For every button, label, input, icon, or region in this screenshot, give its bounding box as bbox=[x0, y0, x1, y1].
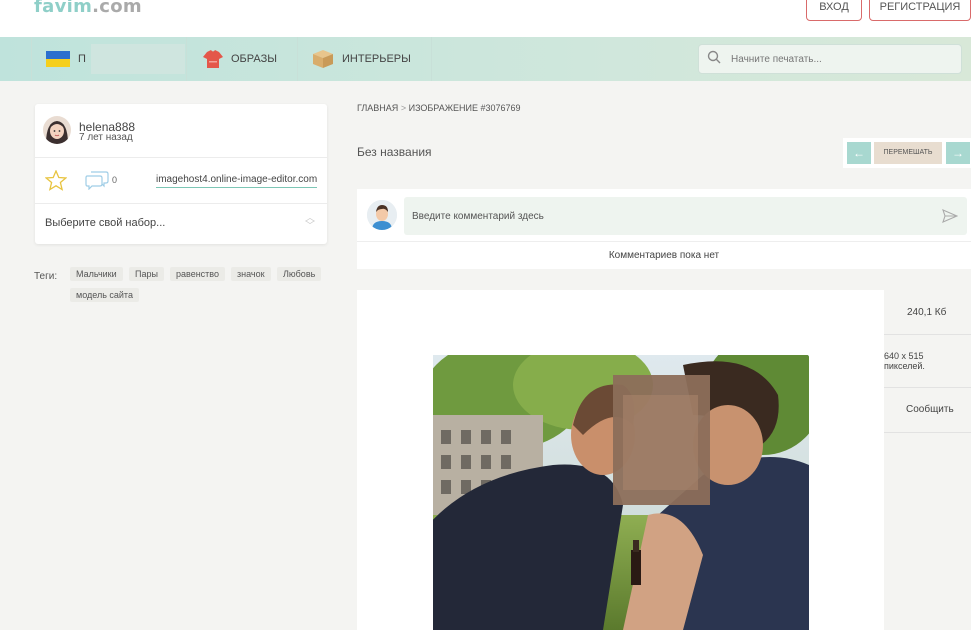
nav-item-interiors-label: ИНТЕРЬЕРЫ bbox=[342, 53, 411, 65]
image-dimensions: 640 x 515 пикселей. bbox=[884, 351, 925, 371]
send-icon[interactable] bbox=[942, 209, 959, 228]
breadcrumb-current: ИЗОБРАЖЕНИЕ #3076769 bbox=[408, 103, 521, 113]
divider bbox=[35, 157, 327, 158]
comment-section: Комментариев пока нет bbox=[357, 189, 971, 269]
tag[interactable]: модель сайта bbox=[70, 288, 139, 302]
breadcrumb: ГЛАВНАЯ > ИЗОБРАЖЕНИЕ #3076769 bbox=[357, 103, 521, 113]
clothes-icon bbox=[201, 49, 223, 69]
search-box bbox=[698, 44, 962, 74]
tag[interactable]: Пары bbox=[129, 267, 164, 281]
login-button[interactable]: ВХОД bbox=[806, 0, 862, 21]
star-icon[interactable] bbox=[44, 169, 68, 196]
search-icon bbox=[707, 50, 721, 69]
divider bbox=[357, 241, 971, 242]
nav-item-interiors[interactable]: ИНТЕРЬЕРЫ bbox=[298, 37, 432, 81]
page-title: Без названия bbox=[357, 145, 432, 159]
breadcrumb-separator: > bbox=[400, 103, 407, 113]
prev-image-button[interactable]: ← bbox=[847, 142, 871, 164]
comment-count: 0 bbox=[112, 175, 118, 185]
main-photo[interactable] bbox=[433, 355, 809, 630]
tag[interactable]: Мальчики bbox=[70, 267, 123, 281]
register-button[interactable]: РЕГИСТРАЦИЯ bbox=[869, 0, 971, 21]
site-logo[interactable]: favim.com bbox=[34, 0, 142, 17]
breadcrumb-home[interactable]: ГЛАВНАЯ bbox=[357, 103, 398, 113]
file-size: 240,1 Кб bbox=[907, 307, 947, 318]
top-header: favim.com ВХОД РЕГИСТРАЦИЯ bbox=[0, 0, 971, 37]
no-comments-text: Комментариев пока нет bbox=[608, 250, 720, 261]
source-link[interactable]: imagehost4.online-image-editor.com bbox=[156, 174, 318, 188]
ukraine-flag-icon bbox=[46, 51, 70, 67]
uploader-card: helena888 7 лет назад 0 imagehost4.onlin… bbox=[35, 104, 327, 244]
select-chevron-icon[interactable]: ︿ ﹀ bbox=[305, 214, 315, 232]
posted-time: 7 лет назад bbox=[79, 132, 133, 143]
shuffle-button[interactable]: ПЕРЕМЕШАТЬ bbox=[874, 142, 942, 164]
nav-item-language-label: П bbox=[78, 53, 86, 65]
search-input[interactable] bbox=[729, 52, 953, 66]
image-navigation: ← ПЕРЕМЕШАТЬ → bbox=[843, 138, 971, 168]
box-icon bbox=[312, 49, 334, 69]
next-image-button[interactable]: → bbox=[946, 142, 970, 164]
tag[interactable]: значок bbox=[231, 267, 271, 281]
file-size-row: 240,1 Кб bbox=[884, 290, 971, 335]
main-nav: П ОБРАЗЫ ИНТЕРЬЕРЫ bbox=[0, 37, 971, 81]
avatar bbox=[367, 200, 397, 230]
tag[interactable]: Любовь bbox=[277, 267, 322, 281]
nav-item-looks-label: ОБРАЗЫ bbox=[231, 53, 277, 65]
comment-input[interactable] bbox=[404, 197, 967, 235]
report-link[interactable]: Сообщить bbox=[906, 404, 954, 415]
dimensions-row: 640 x 515 пикселей. bbox=[884, 335, 971, 388]
collection-select[interactable]: Выберите свой набор... bbox=[45, 217, 165, 229]
divider bbox=[35, 203, 327, 204]
image-card bbox=[357, 290, 884, 630]
avatar[interactable] bbox=[43, 116, 71, 144]
nav-item-looks[interactable]: ОБРАЗЫ bbox=[187, 37, 298, 81]
redacted-block bbox=[90, 44, 185, 74]
report-row: Сообщить bbox=[884, 388, 971, 433]
tag[interactable]: равенство bbox=[170, 267, 225, 281]
nav-item-language[interactable]: П bbox=[31, 37, 187, 81]
comment-icon[interactable] bbox=[85, 170, 109, 195]
tags-label: Теги: bbox=[34, 271, 58, 282]
